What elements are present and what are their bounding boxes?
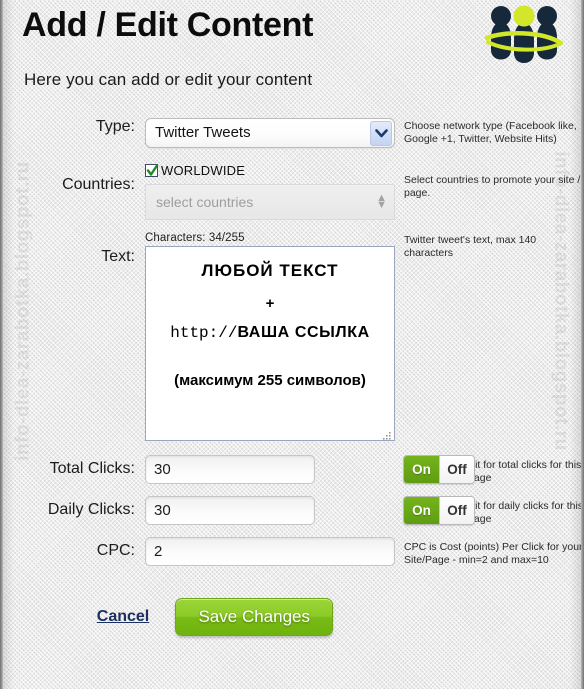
character-counter: Characters: 34/255 xyxy=(145,232,245,244)
type-select[interactable]: Twitter Tweets xyxy=(145,118,395,148)
type-label: Type: xyxy=(95,118,135,135)
worldwide-label: WORLDWIDE xyxy=(161,162,246,178)
textarea-url-label: ВАША ССЫЛКА xyxy=(237,324,370,341)
page-header: Add / Edit Content Here you can add or e… xyxy=(0,0,584,100)
daily-clicks-field: On Off xyxy=(145,496,475,526)
people-group-orbit-logo xyxy=(484,4,564,66)
daily-clicks-toggle[interactable]: On Off xyxy=(403,496,475,525)
total-clicks-toggle-off[interactable]: Off xyxy=(439,456,474,483)
countries-field: WORLDWIDE select countries ▲ ▼ xyxy=(145,162,395,220)
type-hint: Choose network type (Facebook like, Goog… xyxy=(404,120,577,145)
total-clicks-field: On Off xyxy=(145,455,475,485)
countries-select[interactable]: select countries ▲ ▼ xyxy=(145,184,395,220)
countries-placeholder: select countries xyxy=(156,194,254,210)
resize-grip-icon[interactable] xyxy=(382,428,392,440)
tweet-textarea[interactable]: ЛЮБОЙ ТЕКСТ + http://ВАША ССЫЛКА (максим… xyxy=(145,246,395,441)
textarea-line-3: http://ВАША ССЫЛКА xyxy=(152,324,388,342)
form-row-cpc: CPC: CPC is Cost (points) Per Click for … xyxy=(0,537,584,567)
chevron-down-icon[interactable] xyxy=(370,121,392,146)
form-row-text: Text: Characters: 34/255 ЛЮБОЙ ТЕКСТ + h… xyxy=(0,232,584,441)
cancel-link[interactable]: Cancel xyxy=(97,608,149,626)
text-field: Characters: 34/255 ЛЮБОЙ ТЕКСТ + http://… xyxy=(145,232,395,441)
countries-hint: Select countries to promote your site / … xyxy=(404,174,581,199)
stepper-arrows-icon: ▲ ▼ xyxy=(376,192,387,211)
daily-clicks-input[interactable] xyxy=(145,496,315,525)
daily-clicks-toggle-off[interactable]: Off xyxy=(439,497,474,524)
cpc-label: CPC: xyxy=(96,542,135,559)
form-row-daily-clicks: Daily Clicks: On Off Set limit for daily… xyxy=(0,496,584,526)
textarea-line-1: ЛЮБОЙ ТЕКСТ xyxy=(201,261,339,280)
countries-label: Countries: xyxy=(62,176,135,193)
save-changes-button[interactable]: Save Changes xyxy=(175,598,334,636)
page-background: info-dlea-zarabotka.blogspot.ru info-dle… xyxy=(0,0,584,689)
textarea-line-4: (максимум 255 символов) xyxy=(174,372,366,389)
form-row-total-clicks: Total Clicks: On Off Set limit for total… xyxy=(0,455,584,485)
text-hint: Twitter tweet's text, max 140 characters xyxy=(404,234,537,259)
textarea-url-prefix: http:// xyxy=(170,324,238,342)
total-clicks-input[interactable] xyxy=(145,455,315,484)
daily-clicks-label: Daily Clicks: xyxy=(47,501,135,518)
form-row-countries: Countries: WORLDWIDE select countries ▲ ▼… xyxy=(0,162,584,220)
form-actions: Cancel Save Changes xyxy=(0,598,430,636)
form-row-type: Type: Twitter Tweets Choose network type… xyxy=(0,118,584,148)
cpc-hint: CPC is Cost (points) Per Click for your … xyxy=(404,541,583,566)
textarea-content: ЛЮБОЙ ТЕКСТ + http://ВАША ССЫЛКА (максим… xyxy=(146,247,394,389)
cpc-field xyxy=(145,537,395,567)
content-form: Type: Twitter Tweets Choose network type… xyxy=(0,110,584,567)
worldwide-checkbox[interactable] xyxy=(145,163,159,177)
page-title: Add / Edit Content xyxy=(22,6,314,44)
worldwide-checkbox-row[interactable]: WORLDWIDE xyxy=(145,162,395,178)
type-field: Twitter Tweets xyxy=(145,118,395,148)
text-label: Text: xyxy=(101,248,135,265)
cpc-input[interactable] xyxy=(145,537,395,566)
type-select-value: Twitter Tweets xyxy=(155,124,251,141)
page-subtitle: Here you can add or edit your content xyxy=(24,70,313,89)
total-clicks-toggle-on[interactable]: On xyxy=(404,456,439,483)
total-clicks-toggle[interactable]: On Off xyxy=(403,455,475,484)
total-clicks-label: Total Clicks: xyxy=(49,460,135,477)
daily-clicks-toggle-on[interactable]: On xyxy=(404,497,439,524)
textarea-line-2: + xyxy=(265,295,275,312)
